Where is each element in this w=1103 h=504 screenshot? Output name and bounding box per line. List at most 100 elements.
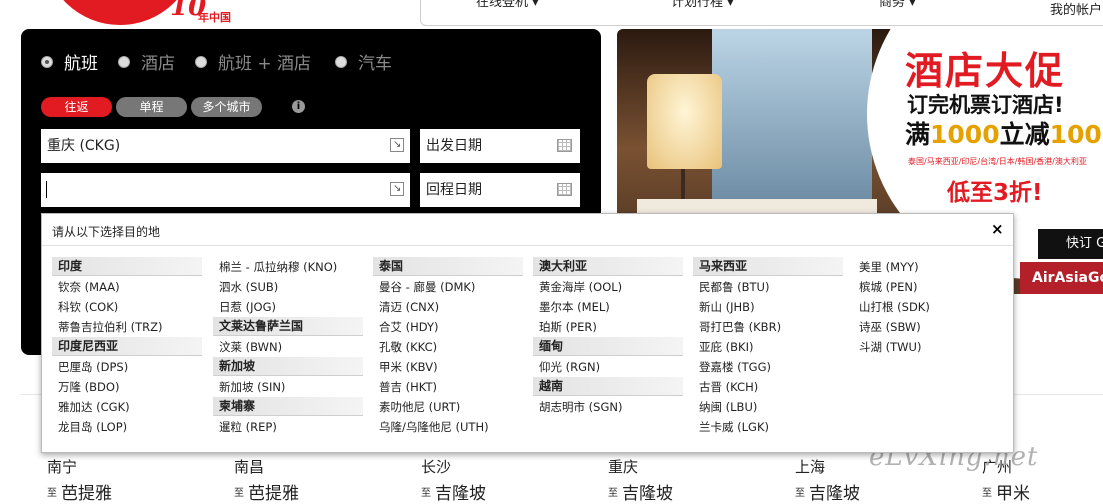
- airport-option[interactable]: 墨尔本 (MEL): [533, 297, 683, 317]
- airport-option[interactable]: 胡志明市 (SGN): [533, 397, 683, 417]
- route-item[interactable]: 重庆 至吉隆坡: [608, 458, 673, 504]
- airport-option[interactable]: 巴厘岛 (DPS): [52, 357, 202, 377]
- calendar-icon[interactable]: [557, 183, 572, 196]
- destination-column: 印度 钦奈 (MAA) 科钦 (COK) 蒂鲁吉拉伯利 (TRZ) 印度尼西亚 巴厘岛 (…: [52, 257, 202, 437]
- nav-plan-trip[interactable]: 计划行程 ▾: [671, 0, 734, 10]
- close-icon[interactable]: ×: [991, 220, 1004, 238]
- airport-option[interactable]: 龙目岛 (LOP): [52, 417, 202, 437]
- trip-type-multi-city[interactable]: 多个城市: [191, 97, 262, 117]
- expand-arrow-icon[interactable]: [390, 128, 404, 162]
- airport-option[interactable]: 普吉 (HKT): [373, 377, 523, 397]
- airport-option[interactable]: 蒂鲁吉拉伯利 (TRZ): [52, 317, 202, 337]
- radio-icon[interactable]: [118, 55, 130, 68]
- destination-field[interactable]: [41, 172, 410, 207]
- airport-option[interactable]: 素叻他尼 (URT): [373, 397, 523, 417]
- airport-option[interactable]: 暹粒 (REP): [213, 417, 363, 437]
- airport-option[interactable]: 兰卡威 (LGK): [693, 417, 843, 437]
- airport-option[interactable]: 黄金海岸 (OOL): [533, 277, 683, 297]
- airport-option[interactable]: 泗水 (SUB): [213, 277, 363, 297]
- origin-value: 重庆 (CKG): [47, 138, 121, 154]
- airport-option[interactable]: 清迈 (CNX): [373, 297, 523, 317]
- route-to-label: 至: [608, 488, 618, 499]
- airport-option[interactable]: 古晋 (KCH): [693, 377, 843, 397]
- trip-type-return[interactable]: 往返: [41, 97, 112, 117]
- promo-discount: 满1000立减100: [905, 115, 1102, 151]
- route-item[interactable]: 南昌 至芭提雅: [234, 458, 299, 504]
- airport-option[interactable]: 哥打巴鲁 (KBR): [693, 317, 843, 337]
- promo-price: 低至3折!: [947, 180, 1043, 206]
- tab-flight-hotel[interactable]: 航班 + 酒店: [195, 49, 311, 74]
- expand-arrow-icon[interactable]: [390, 172, 404, 206]
- airport-option[interactable]: 纳闽 (LBU): [693, 397, 843, 417]
- tab-flights[interactable]: 航班: [41, 49, 98, 74]
- trip-type-one-way[interactable]: 单程: [116, 97, 187, 117]
- airport-option[interactable]: 孔敬 (KKC): [373, 337, 523, 357]
- airport-option[interactable]: 新山 (JHB): [693, 297, 843, 317]
- route-to-label: 至: [421, 488, 431, 499]
- route-dest: 甲米: [996, 484, 1030, 504]
- destination-column: 马来西亚 民都鲁 (BTU) 新山 (JHB) 哥打巴鲁 (KBR) 亚庇 (BKI) 登…: [693, 257, 843, 437]
- country-header: 印度: [52, 257, 202, 276]
- promo-photo-lamp: [647, 74, 722, 169]
- route-from: 南昌: [234, 458, 265, 476]
- radio-icon[interactable]: [335, 55, 347, 68]
- airport-option[interactable]: 槟城 (PEN): [853, 277, 1003, 297]
- return-date-field[interactable]: 回程日期: [420, 173, 580, 207]
- route-item[interactable]: 南宁 至芭提雅: [47, 458, 112, 504]
- destination-picker-popup: 请从以下选择目的地 × 印度 钦奈 (MAA) 科钦 (COK) 蒂鲁吉拉伯利 (TR…: [41, 213, 1014, 453]
- promo-photo-window: [712, 29, 872, 199]
- destination-column: 美里 (MYY) 槟城 (PEN) 山打根 (SDK) 诗巫 (SBW) 斗湖 (TWU…: [853, 257, 1003, 357]
- airport-option[interactable]: 斗湖 (TWU): [853, 337, 1003, 357]
- promo-discount-d: 100: [1049, 120, 1102, 149]
- route-to-label: 至: [47, 488, 57, 499]
- airport-option[interactable]: 新加坡 (SIN): [213, 377, 363, 397]
- airport-option[interactable]: 仰光 (RGN): [533, 357, 683, 377]
- airport-option[interactable]: 亚庇 (BKI): [693, 337, 843, 357]
- tab-cars[interactable]: 汽车: [335, 49, 392, 74]
- logo-anniversary-text: 年中国: [198, 11, 231, 24]
- airport-option[interactable]: 珀斯 (PER): [533, 317, 683, 337]
- airport-option[interactable]: 登嘉楼 (TGG): [693, 357, 843, 377]
- route-dest: 吉隆坡: [435, 484, 486, 504]
- tab-cars-label: 汽车: [358, 54, 392, 74]
- route-from: 长沙: [421, 458, 452, 476]
- airasiago-badge[interactable]: AirAsiaGo: [1020, 262, 1103, 294]
- my-account-link[interactable]: 我的帐户: [1050, 0, 1102, 18]
- airport-option[interactable]: 雅加达 (CGK): [52, 397, 202, 417]
- origin-field[interactable]: 重庆 (CKG): [41, 128, 410, 163]
- route-item[interactable]: 长沙 至吉隆坡: [421, 458, 486, 504]
- route-from: 南宁: [47, 458, 78, 476]
- airport-option[interactable]: 甲米 (KBV): [373, 357, 523, 377]
- airport-option[interactable]: 曼谷 - 廊曼 (DMK): [373, 277, 523, 297]
- airport-option[interactable]: 万隆 (BDO): [52, 377, 202, 397]
- airport-option[interactable]: 日惹 (JOG): [213, 297, 363, 317]
- country-header: 马来西亚: [693, 257, 843, 276]
- airport-option[interactable]: 合艾 (HDY): [373, 317, 523, 337]
- airport-option[interactable]: 诗巫 (SBW): [853, 317, 1003, 337]
- country-header: 印度尼西亚: [52, 337, 202, 356]
- nav-business[interactable]: 商务 ▾: [879, 0, 916, 10]
- airport-option[interactable]: 山打根 (SDK): [853, 297, 1003, 317]
- popup-title: 请从以下选择目的地: [52, 225, 161, 239]
- route-item[interactable]: 上海 至吉隆坡: [795, 458, 860, 504]
- airasia-logo[interactable]: 10 年中国: [0, 0, 260, 28]
- airport-option[interactable]: 钦奈 (MAA): [52, 277, 202, 297]
- return-date-placeholder: 回程日期: [426, 182, 482, 198]
- quick-book-button[interactable]: 快订 G: [1038, 229, 1103, 259]
- calendar-icon[interactable]: [557, 139, 572, 152]
- nav-online-checkin[interactable]: 在线登机 ▾: [476, 0, 539, 10]
- airport-option[interactable]: 民都鲁 (BTU): [693, 277, 843, 297]
- radio-icon[interactable]: [41, 55, 53, 68]
- airport-option[interactable]: 汶莱 (BWN): [213, 337, 363, 357]
- airport-option[interactable]: 乌隆/乌隆他尼 (UTH): [373, 417, 523, 437]
- airport-option[interactable]: 棉兰 - 瓜拉纳穆 (KNO): [213, 257, 363, 277]
- depart-date-field[interactable]: 出发日期: [420, 129, 580, 163]
- destination-column: 澳大利亚 黄金海岸 (OOL) 墨尔本 (MEL) 珀斯 (PER) 缅甸 仰光 (RGN…: [533, 257, 683, 417]
- popup-divider: [42, 245, 1013, 246]
- airport-option[interactable]: 美里 (MYY): [853, 257, 1003, 277]
- info-icon[interactable]: i: [292, 100, 305, 113]
- radio-icon[interactable]: [195, 55, 207, 68]
- tab-hotels[interactable]: 酒店: [118, 49, 175, 74]
- airport-option[interactable]: 科钦 (COK): [52, 297, 202, 317]
- country-header: 澳大利亚: [533, 257, 683, 276]
